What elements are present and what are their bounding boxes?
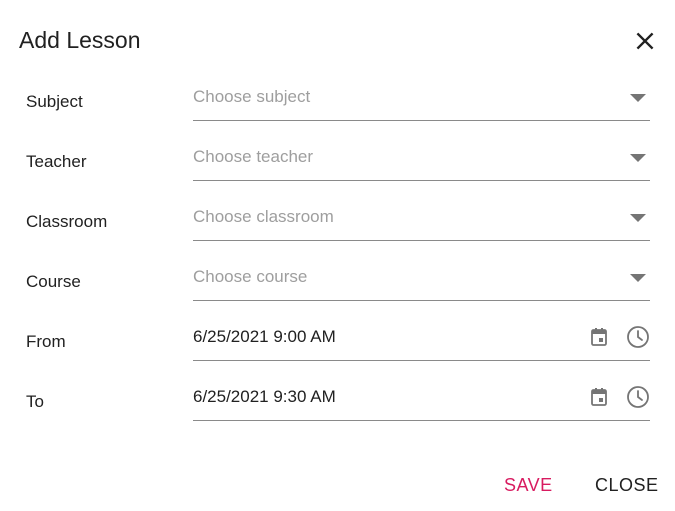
course-label: Course xyxy=(26,272,81,291)
classroom-row: Classroom Choose classroom xyxy=(0,200,675,260)
classroom-select[interactable]: Choose classroom xyxy=(193,200,650,241)
teacher-row: Teacher Choose teacher xyxy=(0,140,675,200)
clock-icon[interactable] xyxy=(626,325,650,349)
subject-label: Subject xyxy=(26,92,83,111)
save-button[interactable]: SAVE xyxy=(504,472,553,498)
course-row: Course Choose course xyxy=(0,260,675,320)
subject-select[interactable]: Choose subject xyxy=(193,80,650,121)
subject-placeholder: Choose subject xyxy=(193,87,311,106)
add-lesson-dialog: Add Lesson Subject Choose subject Teache… xyxy=(0,0,675,511)
from-row: From 6/25/2021 9:00 AM xyxy=(0,320,675,380)
close-button[interactable]: CLOSE xyxy=(595,472,659,498)
teacher-select[interactable]: Choose teacher xyxy=(193,140,650,181)
subject-row: Subject Choose subject xyxy=(0,80,675,140)
from-label: From xyxy=(26,332,66,351)
teacher-placeholder: Choose teacher xyxy=(193,147,314,166)
to-value[interactable]: 6/25/2021 9:30 AM xyxy=(193,387,336,407)
to-datetime-input[interactable]: 6/25/2021 9:30 AM xyxy=(193,380,650,421)
chevron-down-icon[interactable] xyxy=(630,94,646,102)
from-value[interactable]: 6/25/2021 9:00 AM xyxy=(193,327,336,347)
chevron-down-icon[interactable] xyxy=(630,274,646,282)
to-label: To xyxy=(26,392,44,411)
clock-icon[interactable] xyxy=(626,385,650,409)
course-select[interactable]: Choose course xyxy=(193,260,650,301)
teacher-label: Teacher xyxy=(26,152,87,171)
dialog-title: Add Lesson xyxy=(19,27,141,53)
course-placeholder: Choose course xyxy=(193,267,308,286)
classroom-placeholder: Choose classroom xyxy=(193,207,334,226)
to-row: To 6/25/2021 9:30 AM xyxy=(0,380,675,440)
calendar-icon[interactable] xyxy=(590,387,608,407)
calendar-icon[interactable] xyxy=(590,327,608,347)
classroom-label: Classroom xyxy=(26,212,108,231)
close-icon[interactable] xyxy=(632,28,658,54)
chevron-down-icon[interactable] xyxy=(630,214,646,222)
from-datetime-input[interactable]: 6/25/2021 9:00 AM xyxy=(193,320,650,361)
chevron-down-icon[interactable] xyxy=(630,154,646,162)
